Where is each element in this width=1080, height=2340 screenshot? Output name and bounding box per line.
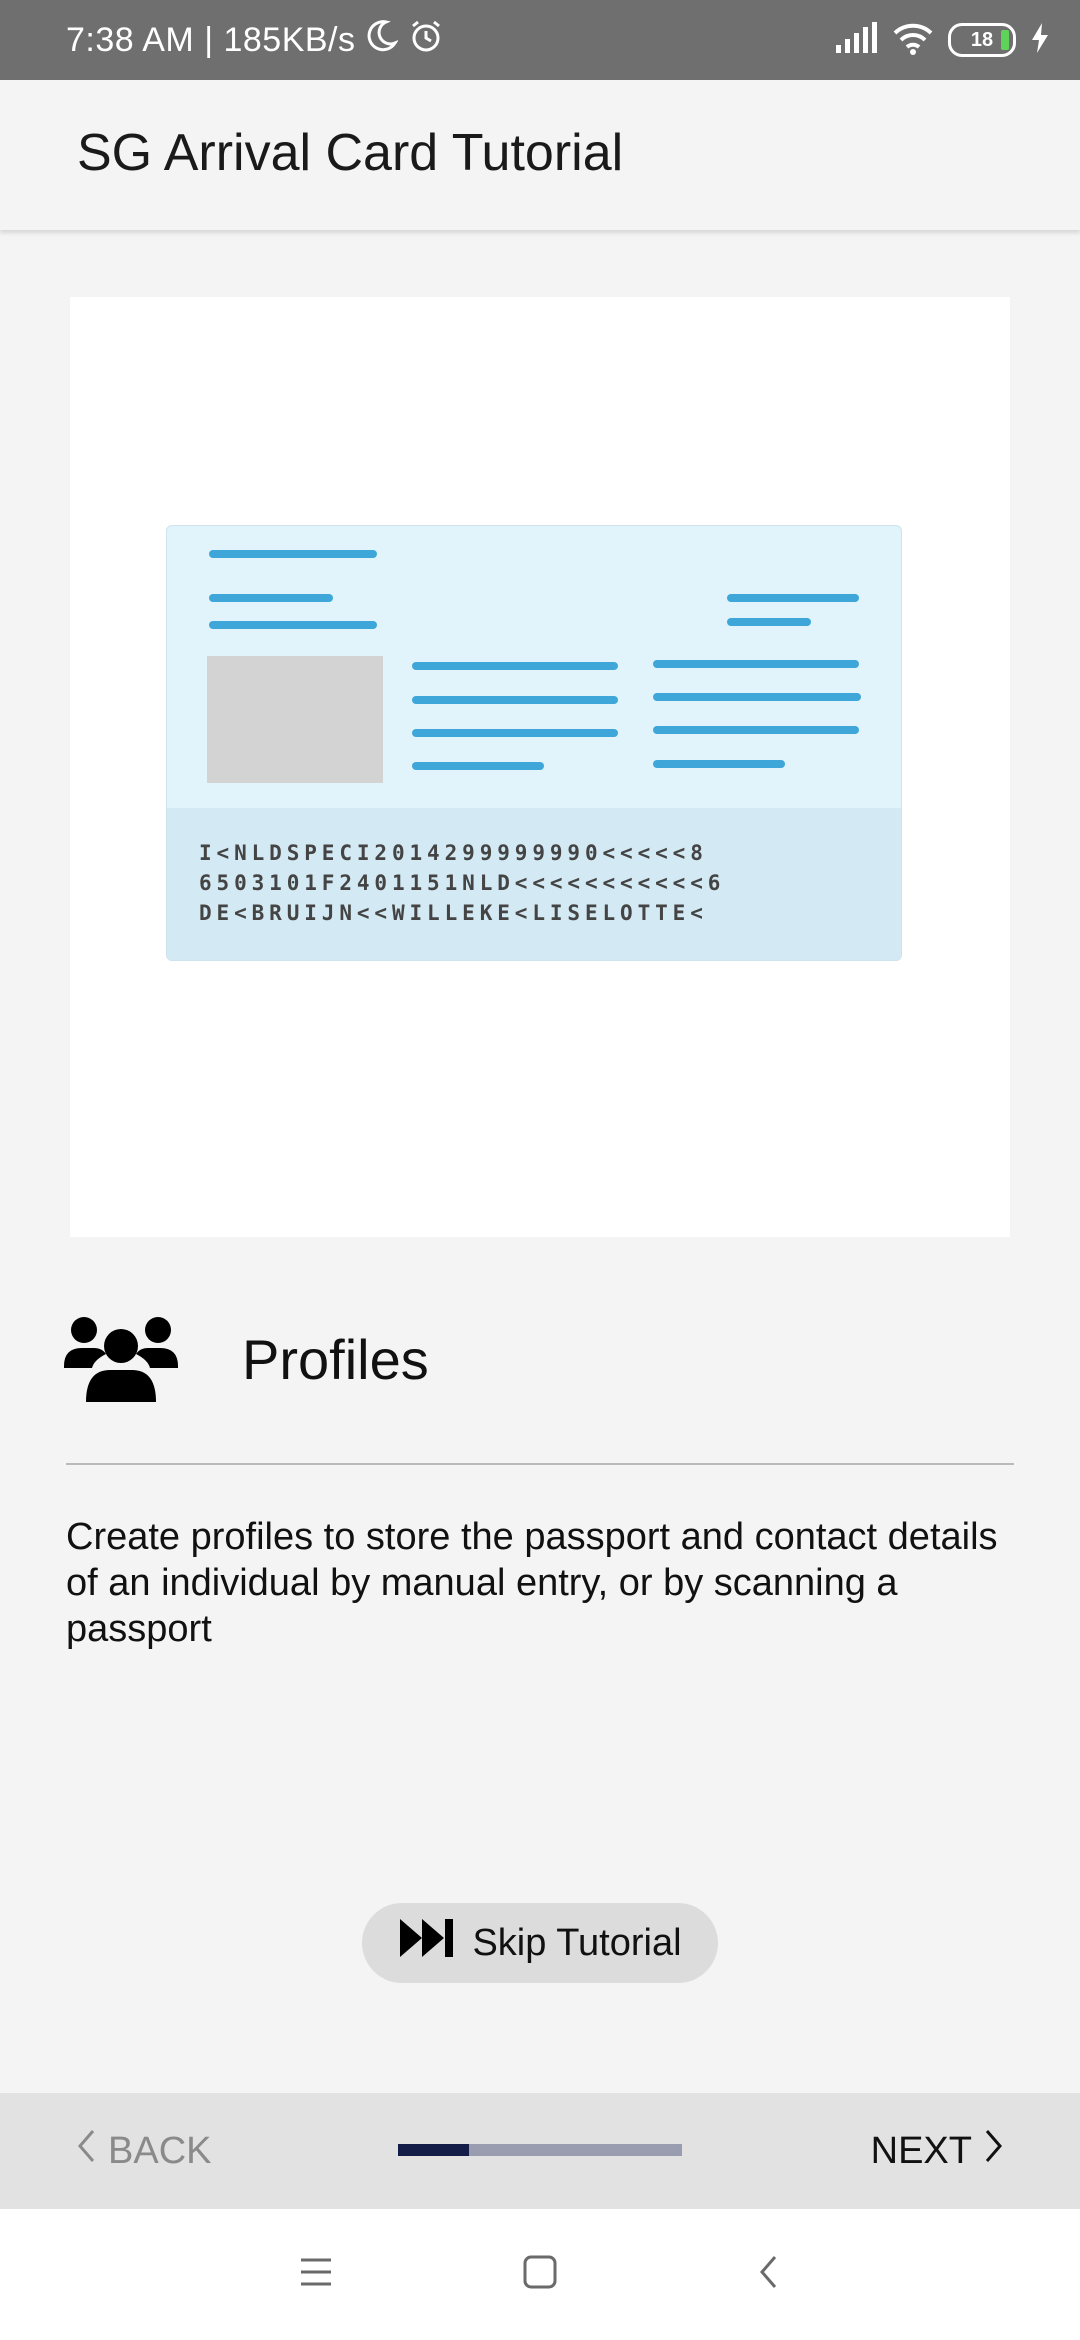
card-text-line	[412, 762, 544, 770]
card-text-line	[727, 618, 811, 626]
back-label: BACK	[108, 2129, 212, 2172]
passport-card-illustration: I<NLDSPECI2014299999990<<<<<8 6503101F24…	[166, 525, 902, 961]
photo-placeholder	[207, 656, 383, 783]
card-text-line	[653, 693, 861, 701]
skip-tutorial-label: Skip Tutorial	[472, 1921, 682, 1964]
signal-icon	[834, 21, 878, 60]
mrz-line: 6503101F2401151NLD<<<<<<<<<<<6	[199, 871, 726, 895]
battery-level: 18	[970, 28, 994, 51]
wifi-icon	[892, 21, 934, 60]
page-title: SG Arrival Card Tutorial	[77, 124, 624, 182]
people-group-icon	[64, 1310, 178, 1406]
status-time: 7:38 AM | 185KB/s	[66, 20, 356, 59]
card-text-line	[412, 696, 618, 704]
battery-icon: 18	[948, 23, 1016, 57]
home-square-icon	[523, 2255, 557, 2294]
card-text-line	[412, 662, 618, 670]
card-text-line	[653, 726, 859, 734]
card-text-line	[209, 594, 333, 602]
mrz-line: DE<BRUIJN<<WILLEKE<LISELOTTE<	[199, 901, 708, 925]
divider	[66, 1463, 1014, 1465]
app-bar: SG Arrival Card Tutorial	[0, 80, 1080, 230]
card-text-line	[653, 660, 859, 668]
battery-charge-indicator	[1001, 30, 1009, 50]
alarm-icon	[408, 18, 444, 63]
chevron-left-icon	[76, 2128, 96, 2174]
mrz-line: I<NLDSPECI2014299999990<<<<<8	[199, 841, 708, 865]
tutorial-progress-bar	[398, 2144, 682, 2156]
mrz-text: I<NLDSPECI2014299999990<<<<<8 6503101F24…	[199, 838, 725, 928]
feature-title: Profiles	[242, 1328, 429, 1391]
charging-icon	[1030, 22, 1050, 59]
back-arrow-icon	[758, 2254, 778, 2295]
chevron-right-icon	[984, 2128, 1004, 2174]
next-label: NEXT	[870, 2129, 972, 2172]
next-button[interactable]: NEXT	[871, 2093, 1004, 2209]
home-button[interactable]	[500, 2209, 580, 2340]
card-text-line	[727, 594, 859, 602]
system-navigation-bar	[0, 2209, 1080, 2340]
fast-forward-icon	[398, 1917, 456, 1969]
menu-icon	[299, 2257, 333, 2292]
system-back-button[interactable]	[728, 2209, 808, 2340]
moon-icon	[366, 19, 399, 62]
card-text-line	[209, 621, 377, 629]
skip-tutorial-button[interactable]: Skip Tutorial	[362, 1903, 718, 1983]
card-text-line	[412, 729, 618, 737]
tutorial-illustration: I<NLDSPECI2014299999990<<<<<8 6503101F24…	[70, 297, 1010, 1237]
tutorial-progress-fill	[398, 2144, 469, 2156]
card-text-line	[653, 760, 785, 768]
menu-button[interactable]	[276, 2209, 356, 2340]
status-bar: 7:38 AM | 185KB/s 18	[0, 0, 1080, 80]
feature-description: Create profiles to store the passport an…	[66, 1516, 998, 1650]
card-text-line	[209, 550, 377, 558]
back-button[interactable]: BACK	[76, 2093, 211, 2209]
